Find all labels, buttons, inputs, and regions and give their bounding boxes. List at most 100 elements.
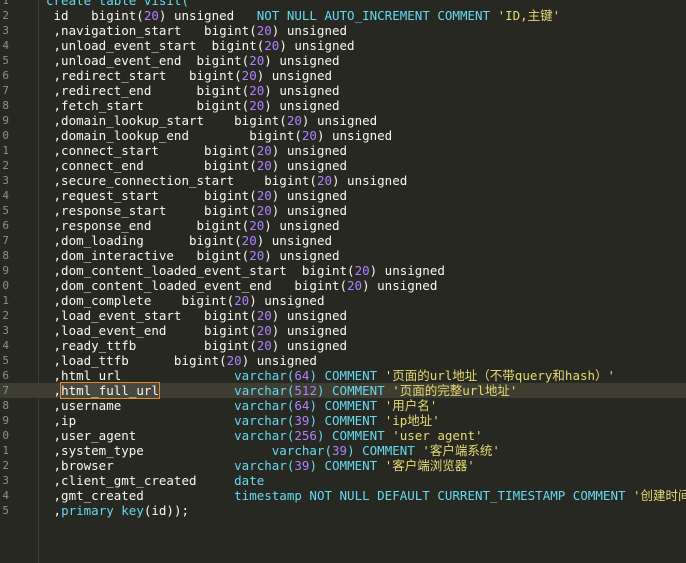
line-number: 5: [2, 54, 9, 67]
code-line[interactable]: 0 ,user_agent varchar(256) COMMENT 'user…: [0, 428, 686, 443]
line-code[interactable]: ,redirect_start bigint(20) unsigned: [46, 68, 332, 83]
code-token: 20: [256, 203, 272, 218]
code-token: ,unload_event_end bigint(: [46, 53, 250, 68]
code-line[interactable]: 3 ,client_gmt_created date: [0, 473, 686, 488]
line-code[interactable]: ,html_url varchar(64) COMMENT '页面的url地址（…: [46, 368, 616, 383]
code-token: 39: [294, 458, 310, 473]
code-token: ) unsigned: [241, 353, 317, 368]
code-line[interactable]: 1 create table visit(: [0, 0, 686, 8]
code-line[interactable]: 3 ,load_event_end bigint(20) unsigned: [0, 323, 686, 338]
line-code[interactable]: ,dom_content_loaded_event_end bigint(20)…: [46, 278, 438, 293]
line-code[interactable]: ,secure_connection_start bigint(20) unsi…: [46, 173, 408, 188]
line-number: 8: [2, 99, 9, 112]
line-number: 1: [2, 0, 9, 7]
code-line[interactable]: 5 ,primary key(id));: [0, 503, 686, 518]
code-line[interactable]: 8 ,dom_interactive bigint(20) unsigned: [0, 248, 686, 263]
line-code[interactable]: ,html_full_url varchar(512) COMMENT '页面的…: [46, 382, 517, 399]
line-code[interactable]: ,unload_event_end bigint(20) unsigned: [46, 53, 340, 68]
line-code[interactable]: ,browser varchar(39) COMMENT '客户端浏览器': [46, 458, 475, 473]
line-code[interactable]: ,ready_ttfb bigint(20) unsigned: [46, 338, 348, 353]
code-line[interactable]: 9 ,ip varchar(39) COMMENT 'ip地址': [0, 413, 686, 428]
code-token: ) unsigned: [271, 143, 348, 158]
line-code[interactable]: ,load_event_end bigint(20) unsigned: [46, 323, 348, 338]
line-code[interactable]: ,dom_content_loaded_event_start bigint(2…: [46, 263, 445, 278]
line-number: 1: [2, 444, 9, 457]
code-line[interactable]: 4 ,ready_ttfb bigint(20) unsigned: [0, 338, 686, 353]
line-code[interactable]: ,load_ttfb bigint(20) unsigned: [46, 353, 317, 368]
line-code[interactable]: ,request_start bigint(20) unsigned: [46, 188, 348, 203]
code-token: ) unsigned: [158, 8, 257, 23]
code-line[interactable]: 4 ,unload_event_start bigint(20) unsigne…: [0, 38, 686, 53]
line-code[interactable]: ,domain_lookup_start bigint(20) unsigned: [46, 113, 378, 128]
code-token: ) unsigned: [271, 308, 348, 323]
line-code[interactable]: ,navigation_start bigint(20) unsigned: [46, 23, 348, 38]
code-line[interactable]: 3 ,navigation_start bigint(20) unsigned: [0, 23, 686, 38]
code-line[interactable]: 3 ,secure_connection_start bigint(20) un…: [0, 173, 686, 188]
code-line[interactable]: 6 ,html_url varchar(64) COMMENT '页面的url地…: [0, 368, 686, 383]
line-code[interactable]: ,redirect_end bigint(20) unsigned: [46, 83, 340, 98]
line-code[interactable]: ,fetch_start bigint(20) unsigned: [46, 98, 340, 113]
code-line[interactable]: 5 ,response_start bigint(20) unsigned: [0, 203, 686, 218]
line-number: 7: [2, 84, 9, 97]
code-line[interactable]: 9 ,domain_lookup_start bigint(20) unsign…: [0, 113, 686, 128]
code-line[interactable]: 6 ,redirect_start bigint(20) unsigned: [0, 68, 686, 83]
code-line[interactable]: 8 ,fetch_start bigint(20) unsigned: [0, 98, 686, 113]
code-token: varchar(: [271, 443, 332, 458]
code-line[interactable]: 7 ,html_full_url varchar(512) COMMENT '页…: [0, 382, 686, 399]
code-line[interactable]: 7 ,redirect_end bigint(20) unsigned: [0, 83, 686, 98]
code-token: 20: [256, 188, 272, 203]
code-token: ) unsigned: [301, 113, 378, 128]
code-token: 20: [301, 128, 317, 143]
code-line[interactable]: 4 ,request_start bigint(20) unsigned: [0, 188, 686, 203]
code-token: ) COMMENT: [309, 368, 385, 383]
code-line[interactable]: 4 ,gmt_created timestamp NOT NULL DEFAUL…: [0, 488, 686, 503]
line-code[interactable]: ,ip varchar(39) COMMENT 'ip地址': [46, 413, 440, 428]
line-code[interactable]: ,connect_end bigint(20) unsigned: [46, 158, 348, 173]
code-line[interactable]: 8 ,username varchar(64) COMMENT '用户名': [0, 398, 686, 413]
line-code[interactable]: ,username varchar(64) COMMENT '用户名': [46, 398, 438, 413]
line-code[interactable]: ,dom_interactive bigint(20) unsigned: [46, 248, 340, 263]
code-token: 39: [332, 443, 348, 458]
code-line[interactable]: 9 ,dom_content_loaded_event_start bigint…: [0, 263, 686, 278]
code-token: ) COMMENT: [309, 413, 385, 428]
code-line[interactable]: 0 ,domain_lookup_end bigint(20) unsigned: [0, 128, 686, 143]
line-code[interactable]: ,load_event_start bigint(20) unsigned: [46, 308, 348, 323]
line-code[interactable]: ,connect_start bigint(20) unsigned: [46, 143, 348, 158]
line-number: 7: [2, 384, 9, 397]
line-code[interactable]: ,unload_event_start bigint(20) unsigned: [46, 38, 355, 53]
code-token: varchar(: [234, 428, 295, 443]
code-editor[interactable]: 1 create table visit(2 id bigint(20) unsi…: [0, 0, 686, 563]
line-code[interactable]: id bigint(20) unsigned NOT NULL AUTO_INC…: [46, 8, 561, 23]
code-token: ,ready_ttfb bigint(: [46, 338, 257, 353]
code-line[interactable]: 7 ,dom_loading bigint(20) unsigned: [0, 233, 686, 248]
code-line[interactable]: 2 ,browser varchar(39) COMMENT '客户端浏览器': [0, 458, 686, 473]
line-code[interactable]: ,system_type varchar(39) COMMENT '客户端系统': [46, 443, 500, 458]
line-code[interactable]: ,client_gmt_created date: [46, 473, 265, 488]
line-code[interactable]: ,gmt_created timestamp NOT NULL DEFAULT …: [46, 488, 686, 503]
code-token: ,dom_interactive bigint(: [46, 248, 250, 263]
line-number: 2: [2, 309, 9, 322]
line-code[interactable]: ,dom_loading bigint(20) unsigned: [46, 233, 332, 248]
line-number: 2: [2, 459, 9, 472]
code-line[interactable]: 1 ,dom_complete bigint(20) unsigned: [0, 293, 686, 308]
code-line[interactable]: 0 ,dom_content_loaded_event_end bigint(2…: [0, 278, 686, 293]
code-line[interactable]: 2 ,connect_end bigint(20) unsigned: [0, 158, 686, 173]
code-line[interactable]: 5 ,load_ttfb bigint(20) unsigned: [0, 353, 686, 368]
line-code[interactable]: ,response_start bigint(20) unsigned: [46, 203, 348, 218]
line-code[interactable]: ,primary key(id));: [46, 503, 190, 518]
line-number: 0: [2, 429, 9, 442]
code-lines[interactable]: 1 create table visit(2 id bigint(20) unsi…: [0, 0, 686, 518]
code-line[interactable]: 5 ,unload_event_end bigint(20) unsigned: [0, 53, 686, 68]
code-token: 'user agent': [392, 428, 483, 443]
line-code[interactable]: ,response_end bigint(20) unsigned: [46, 218, 340, 233]
code-line[interactable]: 1 ,system_type varchar(39) COMMENT '客户端系…: [0, 443, 686, 458]
code-token: primary key: [61, 503, 144, 518]
code-line[interactable]: 6 ,response_end bigint(20) unsigned: [0, 218, 686, 233]
line-code[interactable]: create table visit(: [46, 0, 189, 8]
line-code[interactable]: ,dom_complete bigint(20) unsigned: [46, 293, 325, 308]
line-code[interactable]: ,domain_lookup_end bigint(20) unsigned: [46, 128, 393, 143]
line-code[interactable]: ,user_agent varchar(256) COMMENT 'user a…: [46, 428, 483, 443]
code-line[interactable]: 2 ,load_event_start bigint(20) unsigned: [0, 308, 686, 323]
code-line[interactable]: 2 id bigint(20) unsigned NOT NULL AUTO_I…: [0, 8, 686, 23]
code-line[interactable]: 1 ,connect_start bigint(20) unsigned: [0, 143, 686, 158]
